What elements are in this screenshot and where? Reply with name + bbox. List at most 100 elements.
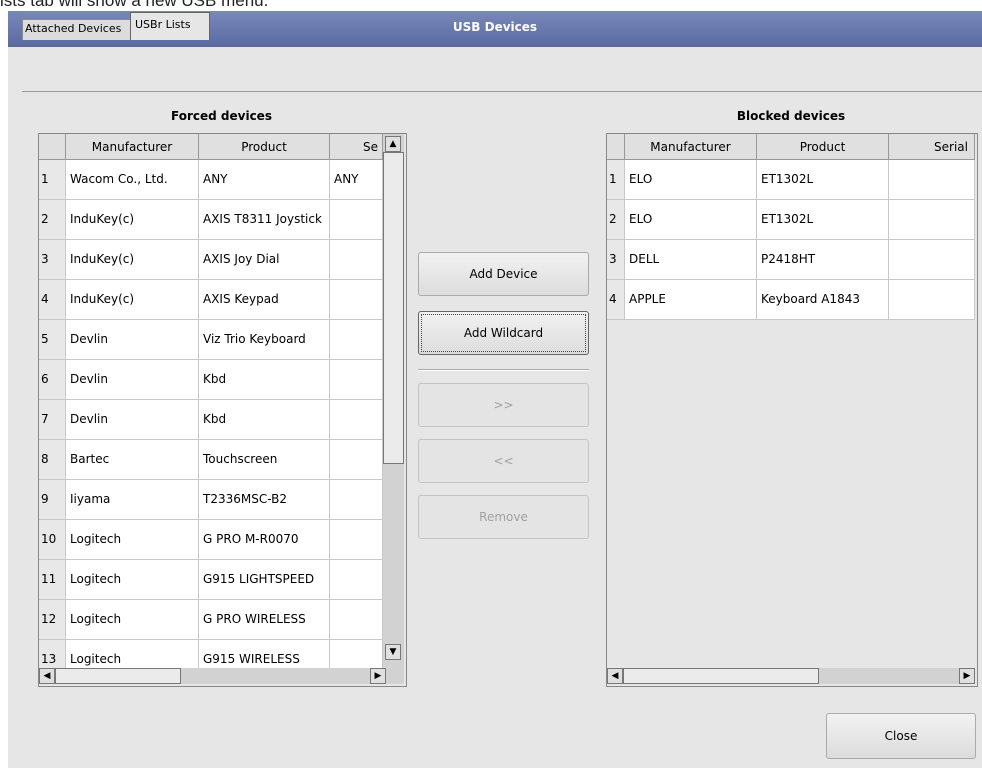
blocked-devices-table: Manufacturer Product Serial 1 ELO ET1302L 2… [606, 133, 978, 687]
cell-manufacturer: Iiyama [66, 480, 199, 520]
close-button[interactable]: Close [826, 713, 976, 759]
cell-serial: ANY [330, 160, 383, 200]
row-number: 1 [607, 160, 625, 200]
cell-manufacturer: Bartec [66, 440, 199, 480]
cell-product: Kbd [199, 360, 330, 400]
cell-serial [330, 360, 383, 400]
blocked-horizontal-scrollbar[interactable]: ◀ ▶ [607, 668, 975, 684]
cell-product: Touchscreen [199, 440, 330, 480]
remove-button[interactable]: Remove [418, 495, 589, 539]
add-wildcard-button[interactable]: Add Wildcard [418, 311, 589, 355]
row-number: 10 [39, 520, 66, 560]
cell-manufacturer: Devlin [66, 360, 199, 400]
forced-vertical-scrollbar[interactable]: ▲ ▼ [383, 134, 404, 668]
cell-serial [889, 280, 975, 320]
cell-manufacturer: InduKey(c) [66, 280, 199, 320]
arrow-right-icon[interactable]: ▶ [370, 668, 386, 684]
arrow-down-icon[interactable]: ▼ [385, 644, 401, 660]
forced-horizontal-scrollbar[interactable]: ◀ ▶ [39, 668, 404, 684]
cell-manufacturer: Devlin [66, 320, 199, 360]
cell-serial [330, 280, 383, 320]
cell-serial [330, 520, 383, 560]
cell-product: T2336MSC-B2 [199, 480, 330, 520]
cell-product: P2418HT [757, 240, 889, 280]
cell-product: ET1302L [757, 200, 889, 240]
cell-manufacturer: ELO [625, 200, 757, 240]
cell-product: G PRO WIRELESS [199, 600, 330, 640]
cell-manufacturer: Logitech [66, 520, 199, 560]
add-device-button[interactable]: Add Device [418, 252, 589, 296]
row-number: 7 [39, 400, 66, 440]
cell-serial [330, 560, 383, 600]
tab-attached-devices[interactable]: Attached Devices [22, 19, 134, 40]
row-number: 6 [39, 360, 66, 400]
blocked-devices-title: Blocked devices [736, 109, 846, 123]
row-number: 1 [39, 160, 66, 200]
button-separator [418, 369, 589, 371]
cell-manufacturer: InduKey(c) [66, 240, 199, 280]
row-number: 3 [607, 240, 625, 280]
cell-serial [889, 200, 975, 240]
cell-product: AXIS T8311 Joystick [199, 200, 330, 240]
row-number: 2 [607, 200, 625, 240]
cell-manufacturer: InduKey(c) [66, 200, 199, 240]
arrow-left-icon[interactable]: ◀ [39, 668, 55, 684]
blocked-hscroll-thumb[interactable] [623, 668, 819, 684]
move-right-button[interactable]: >> [418, 383, 589, 427]
column-header-serial[interactable]: Se [330, 134, 383, 160]
cell-serial [889, 160, 975, 200]
move-left-button[interactable]: << [418, 439, 589, 483]
forced-hscroll-thumb[interactable] [55, 668, 181, 684]
arrow-left-icon[interactable]: ◀ [607, 668, 623, 684]
cell-serial [889, 240, 975, 280]
row-header-corner [607, 134, 625, 160]
cell-serial [330, 200, 383, 240]
column-header-serial[interactable]: Serial [889, 134, 975, 160]
cell-serial [330, 600, 383, 640]
cell-manufacturer: ELO [625, 160, 757, 200]
cell-product: G915 LIGHTSPEED [199, 560, 330, 600]
row-number: 8 [39, 440, 66, 480]
row-number: 2 [39, 200, 66, 240]
column-header-manufacturer[interactable]: Manufacturer [66, 134, 199, 160]
cell-serial [330, 240, 383, 280]
row-number: 12 [39, 600, 66, 640]
cell-product: Kbd [199, 400, 330, 440]
cell-product: ANY [199, 160, 330, 200]
tab-usbr-lists[interactable]: USBr Lists [130, 12, 210, 40]
cell-manufacturer: Devlin [66, 400, 199, 440]
cell-product: ET1302L [757, 160, 889, 200]
cell-serial [330, 400, 383, 440]
tab-divider [22, 91, 982, 92]
column-header-product[interactable]: Product [757, 134, 889, 160]
cell-manufacturer: Logitech [66, 600, 199, 640]
cell-product: AXIS Keypad [199, 280, 330, 320]
cell-serial [330, 320, 383, 360]
cell-serial [330, 440, 383, 480]
usb-devices-window: USB Devices Attached Devices USBr Lists … [8, 11, 982, 768]
row-number: 9 [39, 480, 66, 520]
cell-manufacturer: DELL [625, 240, 757, 280]
column-header-manufacturer[interactable]: Manufacturer [625, 134, 757, 160]
cell-manufacturer: Wacom Co., Ltd. [66, 160, 199, 200]
cell-serial [330, 480, 383, 520]
row-number: 5 [39, 320, 66, 360]
cell-manufacturer: APPLE [625, 280, 757, 320]
cell-product: Keyboard A1843 [757, 280, 889, 320]
forced-vscroll-thumb[interactable] [383, 152, 404, 464]
row-header-corner [39, 134, 66, 160]
row-number: 11 [39, 560, 66, 600]
forced-devices-table: Manufacturer Product Se 1 Wacom Co., Ltd.… [38, 133, 407, 687]
column-header-product[interactable]: Product [199, 134, 330, 160]
caption-text: ists tab will show a new USB menu. [0, 0, 269, 10]
arrow-up-icon[interactable]: ▲ [385, 136, 401, 152]
row-number: 4 [39, 280, 66, 320]
arrow-right-icon[interactable]: ▶ [959, 668, 975, 684]
cell-product: AXIS Joy Dial [199, 240, 330, 280]
cell-product: Viz Trio Keyboard [199, 320, 330, 360]
forced-devices-title: Forced devices [171, 109, 272, 123]
row-number: 4 [607, 280, 625, 320]
row-number: 3 [39, 240, 66, 280]
cell-product: G PRO M-R0070 [199, 520, 330, 560]
cell-manufacturer: Logitech [66, 560, 199, 600]
